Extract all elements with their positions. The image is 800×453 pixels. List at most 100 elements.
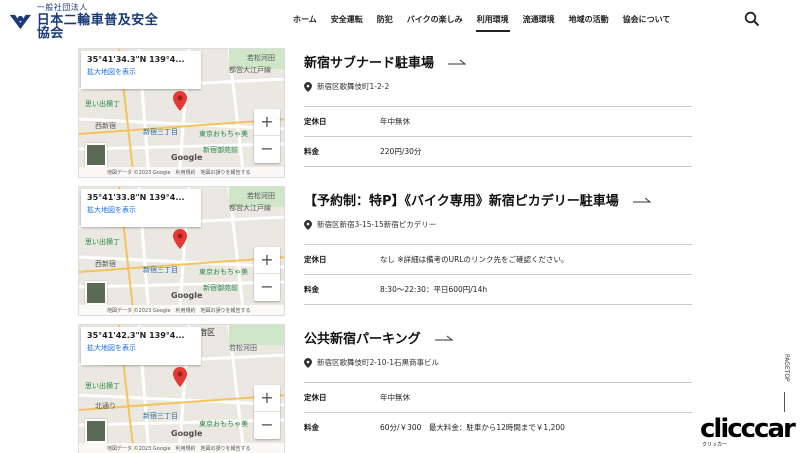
map-pin-icon xyxy=(173,91,187,111)
zoom-out-button[interactable]: − xyxy=(254,412,280,439)
detail-value: 220円/30分 xyxy=(380,147,422,156)
map-label: 東京おもちゃ美 xyxy=(199,420,248,428)
listing-info: 新宿サブナード駐車場 新宿区歌舞伎町1-2-2 定休日 年中無休 料金 220円… xyxy=(304,52,694,167)
listing-area: 思い出横丁 西新宿 新宿三丁目 東京おもちゃ美 新宿御苑前 若松河田 都営大江戸… xyxy=(0,44,800,453)
map-coords: 35°41'42.3"N 139°4... xyxy=(87,331,185,340)
nav-usage-environment[interactable]: 利用環境 xyxy=(470,14,516,32)
map-label: 若松河田 xyxy=(247,192,275,200)
map-info-card: 35°41'42.3"N 139°4... 拡大地図を表示 xyxy=(81,327,201,365)
detail-key: 料金 xyxy=(304,423,319,432)
nav-home[interactable]: ホーム xyxy=(286,14,324,25)
zoom-out-button[interactable]: − xyxy=(254,136,280,163)
nav-about[interactable]: 協会について xyxy=(616,14,678,25)
arrow-right-icon[interactable] xyxy=(632,197,651,203)
map-info-card: 35°41'34.3"N 139°4... 拡大地図を表示 xyxy=(81,51,201,89)
main-nav: ホーム 安全運転 防犯 バイクの楽しみ 利用環境 流通環境 地域の活動 協会につ… xyxy=(286,14,678,32)
detail-key: 定休日 xyxy=(304,255,327,264)
map-label: 若松河田 xyxy=(247,54,275,62)
nav-safe-driving[interactable]: 安全運転 xyxy=(324,14,370,25)
listing-title-text[interactable]: 新宿サブナード駐車場 xyxy=(304,52,434,71)
map-label: 新宿御苑前 xyxy=(203,284,238,292)
search-icon[interactable] xyxy=(744,11,760,27)
listing-address: 新宿区新宿3-15-15新宿ピカデリー xyxy=(304,219,694,230)
google-logo: Google xyxy=(171,291,203,300)
detail-value: 年中無休 xyxy=(380,393,410,402)
page: 一般社団法人 日本二輪車普及安全協会 ホーム 安全運転 防犯 バイクの楽しみ 利… xyxy=(0,0,800,453)
listing-info: 公共新宿パーキング 新宿区歌舞伎町2-10-1石黒商事ビル 定休日 年中無休 料… xyxy=(304,328,694,432)
detail-row-holiday: 定休日 年中無休 xyxy=(304,382,692,412)
brand-watermark: clicccar クリッカー xyxy=(700,414,798,450)
enlarge-map-link[interactable]: 拡大地図を表示 xyxy=(87,205,195,215)
map-info-card: 35°41'33.8"N 139°4... 拡大地図を表示 xyxy=(81,189,201,227)
address-text: 新宿区歌舞伎町2-10-1石黒商事ビル xyxy=(317,358,439,367)
google-logo: Google xyxy=(171,429,203,438)
listing-title[interactable]: 【予約制：特P】《バイク専用》新宿ピカデリー駐車場 xyxy=(304,190,694,209)
arrow-right-icon[interactable] xyxy=(434,335,453,341)
nav-bike-enjoyment[interactable]: バイクの楽しみ xyxy=(400,14,470,25)
map-label: 新宿三丁目 xyxy=(143,412,178,420)
nav-local-activities[interactable]: 地域の活動 xyxy=(562,14,616,25)
map-embed[interactable]: 思い出横丁 西新宿 新宿三丁目 東京おもちゃ美 新宿御苑前 若松河田 都営大江戸… xyxy=(78,48,285,178)
map-zoom-control: + − xyxy=(254,385,280,439)
detail-value: 60分/￥300 最大料金：駐車から12時間まで￥1,200 xyxy=(380,423,565,432)
map-footer[interactable]: 地図データ ©2023 Google 利用規約 地図の誤りを報告する xyxy=(79,443,284,453)
map-footer[interactable]: 地図データ ©2023 Google 利用規約 地図の誤りを報告する xyxy=(79,305,284,315)
detail-row-holiday: 定休日 なし ※詳細は備考のURLのリンク先をご確認ください。 xyxy=(304,244,692,274)
detail-value: 年中無休 xyxy=(380,117,410,126)
map-coords: 35°41'34.3"N 139°4... xyxy=(87,55,185,64)
map-label: 新宿御苑前 xyxy=(203,146,238,154)
detail-key: 料金 xyxy=(304,147,319,156)
listing-title-text[interactable]: 【予約制：特P】《バイク専用》新宿ピカデリー駐車場 xyxy=(304,190,619,209)
listing-info: 【予約制：特P】《バイク専用》新宿ピカデリー駐車場 新宿区新宿3-15-15新宿… xyxy=(304,190,694,305)
association-emblem-icon xyxy=(9,14,31,30)
detail-row-holiday: 定休日 年中無休 xyxy=(304,106,692,136)
site-logo[interactable]: 一般社団法人 日本二輪車普及安全協会 xyxy=(8,4,168,41)
map-pin-icon xyxy=(173,367,187,387)
map-embed[interactable]: 思い出横丁 西新宿 新宿三丁目 東京おもちゃ美 新宿御苑前 若松河田 都営大江戸… xyxy=(78,186,285,316)
satellite-toggle[interactable] xyxy=(85,143,107,167)
zoom-in-button[interactable]: + xyxy=(254,109,280,136)
zoom-in-button[interactable]: + xyxy=(254,247,280,274)
map-label: 新宿三丁目 xyxy=(143,128,178,136)
map-label: 若松河田 xyxy=(229,344,257,352)
row-divider xyxy=(304,304,692,305)
site-header: 一般社団法人 日本二輪車普及安全協会 ホーム 安全運転 防犯 バイクの楽しみ 利… xyxy=(0,0,800,44)
map-label: 北通り xyxy=(95,402,116,410)
map-embed[interactable]: 新宿区 思い出横丁 北通り 新宿三丁目 東京おもちゃ美 若松河田 35°41'4… xyxy=(78,324,285,453)
detail-value: 8:30〜22:30：平日600円/14h xyxy=(380,285,488,294)
nav-crime-prevention[interactable]: 防犯 xyxy=(370,14,400,25)
brand-sub: クリッカー xyxy=(702,442,728,448)
page-top-line xyxy=(784,392,785,412)
map-label: 思い出横丁 xyxy=(85,100,120,108)
row-divider xyxy=(304,166,692,167)
map-label: 都営大江戸線 xyxy=(229,66,271,74)
detail-key: 定休日 xyxy=(304,117,327,126)
zoom-in-button[interactable]: + xyxy=(254,385,280,412)
page-top-button[interactable]: PAGETOP xyxy=(780,354,790,382)
map-coords: 35°41'33.8"N 139°4... xyxy=(87,193,185,202)
location-pin-icon xyxy=(304,219,312,230)
map-pin-icon xyxy=(173,229,187,249)
listing-address: 新宿区歌舞伎町2-10-1石黒商事ビル xyxy=(304,357,694,368)
satellite-toggle[interactable] xyxy=(85,419,107,443)
zoom-out-button[interactable]: − xyxy=(254,274,280,301)
map-label: 東京おもちゃ美 xyxy=(199,268,248,276)
enlarge-map-link[interactable]: 拡大地図を表示 xyxy=(87,343,195,353)
detail-key: 定休日 xyxy=(304,393,327,402)
map-footer[interactable]: 地図データ ©2023 Google 利用規約 地図の誤りを報告する xyxy=(79,167,284,177)
map-label: 東京おもちゃ美 xyxy=(199,130,248,138)
arrow-right-icon[interactable] xyxy=(448,59,467,65)
logo-title: 日本二輪車普及安全協会 xyxy=(36,13,159,41)
map-label: 西新宿 xyxy=(95,122,116,130)
satellite-toggle[interactable] xyxy=(85,281,107,305)
listing-title-text[interactable]: 公共新宿パーキング xyxy=(304,328,421,347)
detail-row-fee: 料金 8:30〜22:30：平日600円/14h xyxy=(304,274,692,304)
detail-key: 料金 xyxy=(304,285,319,294)
listing-address: 新宿区歌舞伎町1-2-2 xyxy=(304,81,694,92)
enlarge-map-link[interactable]: 拡大地図を表示 xyxy=(87,67,195,77)
map-label: 西新宿 xyxy=(95,260,116,268)
listing-title[interactable]: 公共新宿パーキング xyxy=(304,328,694,347)
nav-distribution[interactable]: 流通環境 xyxy=(516,14,562,25)
listing-title[interactable]: 新宿サブナード駐車場 xyxy=(304,52,694,71)
location-pin-icon xyxy=(304,81,312,92)
